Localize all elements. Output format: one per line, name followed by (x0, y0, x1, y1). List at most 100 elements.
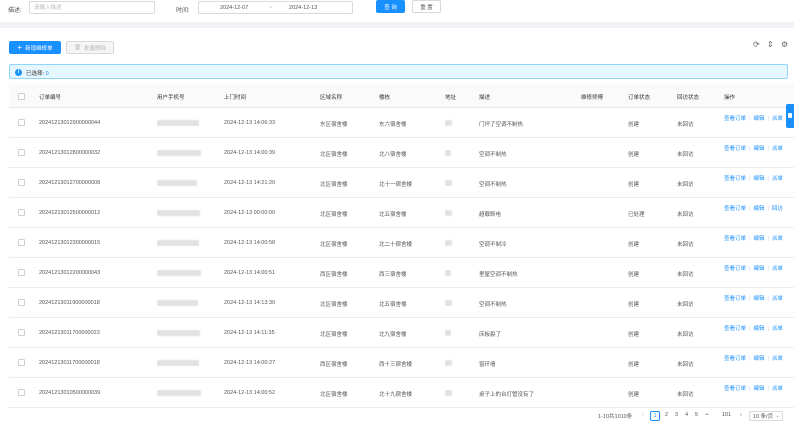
building-cell: 北二十宿舍楼 (379, 242, 413, 248)
selection-text: 已选择: 0 (26, 69, 49, 77)
area-cell: 北区宿舍楼 (320, 152, 348, 158)
order-no-cell: 20241213011900000018 (39, 300, 100, 306)
action-link[interactable]: 查看订单 (724, 176, 746, 182)
last-page-button[interactable]: 101 (722, 412, 731, 418)
time-label: 时间: (176, 8, 190, 14)
header-address: 地址 (445, 95, 457, 101)
action-link[interactable]: 编辑 (753, 386, 764, 392)
action-separator: | (749, 386, 751, 392)
table-header: 订单编号 用户手机号 上门时间 区域名称 楼栋 地址 描述 维修师傅 订单状态 … (9, 84, 794, 108)
batch-delete-button[interactable]: 🗑 批量删除 (66, 41, 114, 54)
action-link[interactable]: 编辑 (753, 296, 764, 302)
row-checkbox[interactable] (18, 299, 25, 306)
row-checkbox[interactable] (18, 239, 25, 246)
refresh-icon[interactable]: ⟳ (753, 41, 760, 49)
action-link[interactable]: 派单 (772, 386, 783, 392)
action-separator: | (767, 116, 769, 122)
building-cell: 北五宿舍楼 (379, 212, 407, 218)
action-link[interactable]: 编辑 (753, 206, 764, 212)
visit-time-cell: 2024-12-13 14:11:35 (224, 330, 275, 336)
action-link[interactable]: 回访 (772, 206, 783, 212)
header-callback-status: 回访状态 (677, 95, 700, 101)
area-cell: 北区宿舍楼 (320, 212, 348, 218)
row-checkbox[interactable] (18, 359, 25, 366)
row-checkbox[interactable] (18, 329, 25, 336)
action-link[interactable]: 查看订单 (724, 146, 746, 152)
order-status-cell: 创建 (628, 182, 640, 188)
action-link[interactable]: 编辑 (753, 356, 764, 362)
table-row: 20241213012200000043 2024-12-13 14:00:51 西… (9, 258, 794, 288)
side-tab-icon (788, 113, 792, 118)
action-link[interactable]: 派单 (772, 176, 783, 182)
visit-time-cell: 2024-12-13 00:00:00 (224, 210, 276, 216)
row-checkbox[interactable] (18, 119, 25, 126)
chevron-down-icon: ⌄ (775, 413, 780, 419)
address-cell-redacted (445, 180, 452, 186)
page-3-button[interactable]: 3 (675, 412, 678, 418)
order-status-cell: 创建 (628, 392, 640, 398)
page-1-button[interactable]: 1 (650, 411, 660, 421)
action-link[interactable]: 编辑 (753, 326, 764, 332)
action-link[interactable]: 查看订单 (724, 326, 746, 332)
action-link[interactable]: 查看订单 (724, 206, 746, 212)
action-link[interactable]: 派单 (772, 296, 783, 302)
action-link[interactable]: 编辑 (753, 236, 764, 242)
date-start[interactable]: 2024-12-07 (220, 5, 248, 11)
settings-icon[interactable]: ⚙ (781, 41, 788, 49)
pagination-summary: 1-10共1010条 (598, 414, 633, 420)
next-page-button[interactable]: › (740, 412, 742, 418)
description-cell: 床板裂了 (479, 332, 502, 338)
callback-status-cell: 未回访 (677, 242, 694, 248)
page-4-button[interactable]: 4 (685, 412, 688, 418)
action-link[interactable]: 编辑 (753, 146, 764, 152)
address-cell-redacted (445, 330, 451, 336)
query-button[interactable]: 查 询 (376, 0, 405, 13)
description-input[interactable] (29, 1, 155, 14)
action-link[interactable]: 查看订单 (724, 296, 746, 302)
prev-page-button[interactable]: ‹ (642, 412, 644, 418)
order-status-cell: 创建 (628, 242, 640, 248)
action-link[interactable]: 查看订单 (724, 116, 746, 122)
building-cell: 北五宿舍楼 (379, 302, 407, 308)
reset-button[interactable]: 重 置 (412, 0, 441, 13)
action-link[interactable]: 编辑 (753, 266, 764, 272)
action-link[interactable]: 派单 (772, 356, 783, 362)
action-link[interactable]: 查看订单 (724, 236, 746, 242)
callback-status-cell: 未回访 (677, 152, 694, 158)
select-all-checkbox[interactable] (18, 93, 25, 100)
action-link[interactable]: 派单 (772, 146, 783, 152)
order-status-cell: 已处理 (628, 212, 645, 218)
side-drawer-tab[interactable] (786, 104, 794, 128)
building-cell: 北十九宿舍楼 (379, 392, 413, 398)
table-row: 20241213010500000039 2024-12-13 14:00:52 北… (9, 378, 794, 408)
action-link[interactable]: 派单 (772, 116, 783, 122)
row-checkbox[interactable] (18, 389, 25, 396)
row-actions: 查看订单 | 编辑 | 回访 (724, 205, 794, 213)
date-end[interactable]: 2024-12-13 (289, 5, 317, 11)
page-size-select[interactable]: 10 条/页 ⌄ (749, 411, 783, 421)
action-link[interactable]: 查看订单 (724, 356, 746, 362)
date-range-picker[interactable]: 2024-12-07 ~ 2024-12-13 (198, 1, 353, 14)
table-row: 20241213011900000018 2024-12-13 14:13:30 北… (9, 288, 794, 318)
row-checkbox[interactable] (18, 209, 25, 216)
action-link[interactable]: 查看订单 (724, 266, 746, 272)
pagination-ellipsis[interactable]: ••• (705, 412, 709, 418)
action-link[interactable]: 查看订单 (724, 386, 746, 392)
address-cell-redacted (445, 150, 451, 156)
row-actions: 查看订单 | 编辑 | 派单 (724, 325, 794, 333)
row-checkbox[interactable] (18, 269, 25, 276)
area-cell: 西区宿舍楼 (320, 272, 348, 278)
header-actions: 操作 (724, 95, 736, 101)
action-link[interactable]: 编辑 (753, 176, 764, 182)
page-5-button[interactable]: 5 (695, 412, 698, 418)
row-checkbox[interactable] (18, 179, 25, 186)
column-height-icon[interactable]: ⇕ (767, 41, 774, 49)
area-cell: 北区宿舍楼 (320, 302, 348, 308)
action-link[interactable]: 派单 (772, 326, 783, 332)
action-link[interactable]: 编辑 (753, 116, 764, 122)
add-repair-order-button[interactable]: + 新增维修单 (9, 41, 61, 54)
row-checkbox[interactable] (18, 149, 25, 156)
action-link[interactable]: 派单 (772, 266, 783, 272)
page-2-button[interactable]: 2 (665, 412, 668, 418)
action-link[interactable]: 派单 (772, 236, 783, 242)
